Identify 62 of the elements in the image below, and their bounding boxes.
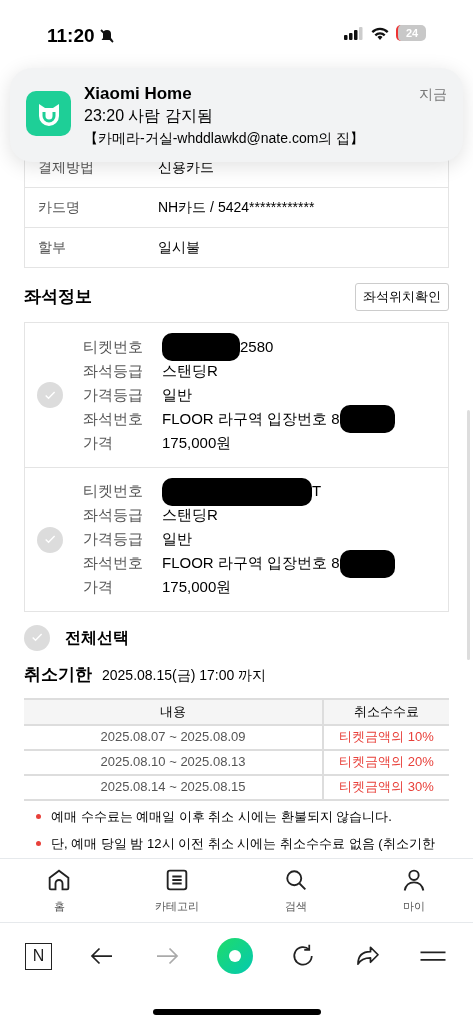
table-cell: 티켓금액의 30% [322,775,449,799]
ticket-field-value: 175,000원 [162,577,232,598]
section-title: 좌석정보 [24,286,92,309]
cancel-deadline-date: 2025.08.15(금) 17:00 까지 [102,666,267,685]
notification-time: 지금 [419,85,447,104]
notification-title: 23:20 사람 감지됨 [84,106,214,126]
cancel-deadline-title: 취소기한 [24,664,92,686]
bell-off-icon [98,28,115,45]
nav-tab[interactable]: 카테고리 [118,859,237,922]
ticket-field-value: 일반 [162,529,192,550]
select-all-label: 전체선택 [65,627,129,648]
redaction-mark [339,405,395,433]
column-header: 취소수수료 [322,699,449,724]
notification-body: 【카메라-거실-whddlawkd@nate.com의 집】 [84,129,366,148]
ticket-field-value: 2580 [240,336,274,357]
naver-button[interactable]: N [25,942,52,970]
ticket-field-label: 티켓번호 [83,481,144,502]
ticket-field-label: 좌석번호 [83,408,144,429]
table-cell: 티켓금액의 10% [322,725,449,749]
ticket-field-label: 가격 [83,577,114,598]
checkbox[interactable] [37,526,63,553]
column-header: 내용 [159,702,187,721]
signal-icon [344,26,364,40]
field-label: 할부 [38,238,67,257]
field-value: 일시불 [158,238,200,257]
note-text: 단, 예매 당일 밤 12시 이전 취소 시에는 취소수수료 없음 (취소기한 [51,835,435,853]
field-value: NH카드 / 5424************ [158,198,315,217]
status-time: 11:20 [47,24,95,48]
ticket-field-label: 가격등급 [83,529,144,550]
table-cell-text: 2025.08.07 ~ 2025.08.09 [99,728,247,747]
ticket-field-value: 스탠딩R [162,360,218,381]
ticket-field-value: 175,000원 [162,432,232,453]
seat-location-button[interactable]: 좌석위치확인 [355,283,449,311]
checkbox[interactable] [24,624,50,651]
wifi-icon [371,26,389,40]
ticket-field-value: T [312,481,322,502]
ticket-field-value: 스탠딩R [162,505,218,526]
ticket-field-label: 가격등급 [83,384,144,405]
ticket-field-value: FLOOR 라구역 입장번호 8 [162,553,340,574]
ticket-field-label: 좌석번호 [83,553,144,574]
ticket-field-value: 일반 [162,384,192,405]
table-cell-text: 2025.08.10 ~ 2025.08.13 [99,753,247,772]
table-cell: 티켓금액의 20% [322,750,449,774]
nav-tab[interactable]: 검색 [236,859,355,922]
notification-card[interactable]: Xiaomi Home 지금 23:20 사람 감지됨 【카메라-거실-whddlawkd@nate.com의 집】 [10,68,463,162]
nav-tab[interactable]: 마이 [354,859,473,922]
ticket-field-label: 가격 [83,432,114,453]
ring-button[interactable] [217,938,253,974]
ticket-field-label: 좌석등급 [83,505,144,526]
app-icon [26,91,71,136]
table-cell-text: 2025.08.14 ~ 2025.08.15 [99,778,247,797]
field-label: 카드명 [38,198,81,217]
ticket-field-label: 좌석등급 [83,360,144,381]
note-text: 예매 수수료는 예매일 이후 취소 시에는 환불되지 않습니다. [51,807,392,826]
nav-tab[interactable]: 홈 [0,859,119,922]
redaction-mark [339,549,395,578]
ticket-field-value: FLOOR 라구역 입장번호 8 [162,408,340,429]
notification-app-name: Xiaomi Home [84,83,192,105]
ticket-field-label: 티켓번호 [83,336,144,357]
checkbox[interactable] [37,382,63,408]
bullet-icon [36,813,41,819]
bullet-icon [36,841,41,847]
